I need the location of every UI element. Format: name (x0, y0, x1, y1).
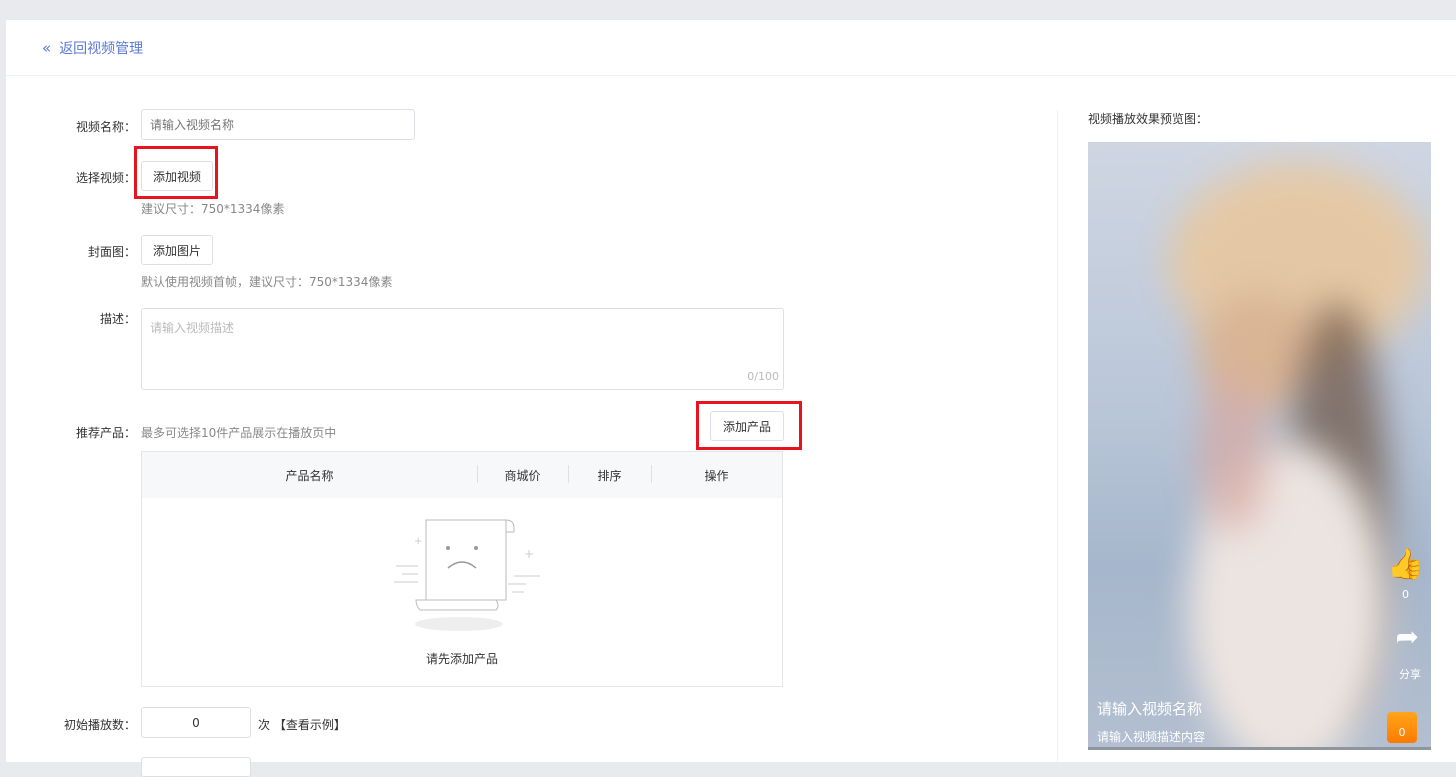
plays-unit: 次 (258, 718, 271, 732)
product-hint: 最多可选择10件产品展示在播放页中 (141, 426, 337, 440)
col-sort: 排序 (568, 464, 651, 484)
desc-placeholder: 请输入视频描述 (150, 321, 235, 335)
next-field-input[interactable] (141, 757, 251, 777)
name-label: 视频名称： (75, 120, 136, 134)
add-product-button[interactable]: 添加产品 (710, 411, 784, 441)
video-label: 选择视频： (75, 171, 136, 185)
desc-counter: 0/100 (747, 370, 779, 383)
vertical-divider (1057, 110, 1058, 762)
video-preview: 👍 0 ➦ 分享 请输入视频名称 请输入视频描述内容 0 (1088, 142, 1431, 750)
like-count: 0 (1402, 588, 1409, 601)
cart-count: 0 (1398, 726, 1406, 739)
col-product-name: 产品名称 (285, 468, 334, 483)
desc-label: 描述： (99, 312, 136, 326)
svg-text:+: + (524, 547, 534, 561)
view-example-link[interactable]: 【查看示例】 (274, 718, 346, 732)
initial-plays-input[interactable]: 0 (141, 707, 251, 738)
col-actions: 操作 (651, 464, 782, 484)
svg-text:+: + (414, 536, 422, 547)
cover-hint: 默认使用视频首帧，建议尺寸：750*1334像素 (141, 275, 393, 289)
preview-title: 视频播放效果预览图： (1088, 112, 1209, 126)
back-link[interactable]: « 返回视频管理 (6, 20, 1456, 76)
empty-text: 请先添加产品 (425, 652, 498, 666)
back-label: 返回视频管理 (59, 40, 144, 57)
product-label: 推荐产品： (75, 426, 136, 440)
description-textarea[interactable]: 请输入视频描述 0/100 (141, 308, 784, 390)
preview-video-name: 请输入视频名称 (1097, 700, 1203, 718)
share-icon[interactable]: ➦ (1396, 620, 1419, 653)
plays-unit-row: 次 【查看示例】 (258, 716, 346, 733)
cover-label: 封面图： (87, 245, 136, 259)
double-chevron-left-icon: « (42, 38, 52, 57)
add-image-button[interactable]: 添加图片 (141, 235, 213, 265)
add-video-button[interactable]: 添加视频 (141, 161, 213, 191)
empty-sad-document-icon: ++ (394, 519, 540, 631)
table-header: 产品名称 商城价 排序 操作 (142, 452, 782, 498)
like-icon[interactable]: 👍 (1387, 547, 1424, 582)
share-label: 分享 (1399, 668, 1421, 681)
video-name-input[interactable] (141, 109, 415, 140)
col-price: 商城价 (477, 464, 568, 484)
preview-video-desc: 请输入视频描述内容 (1097, 730, 1206, 744)
plays-label: 初始播放数： (63, 718, 136, 732)
shopping-bag-icon[interactable]: 0 (1387, 712, 1417, 743)
main-card: « 返回视频管理 视频名称： 选择视频： 添加视频 建议尺寸：750*1334像… (6, 20, 1456, 777)
product-table: 产品名称 商城价 排序 操作 + + 请先添加产品 (141, 451, 783, 687)
video-hint: 建议尺寸：750*1334像素 (141, 202, 285, 216)
